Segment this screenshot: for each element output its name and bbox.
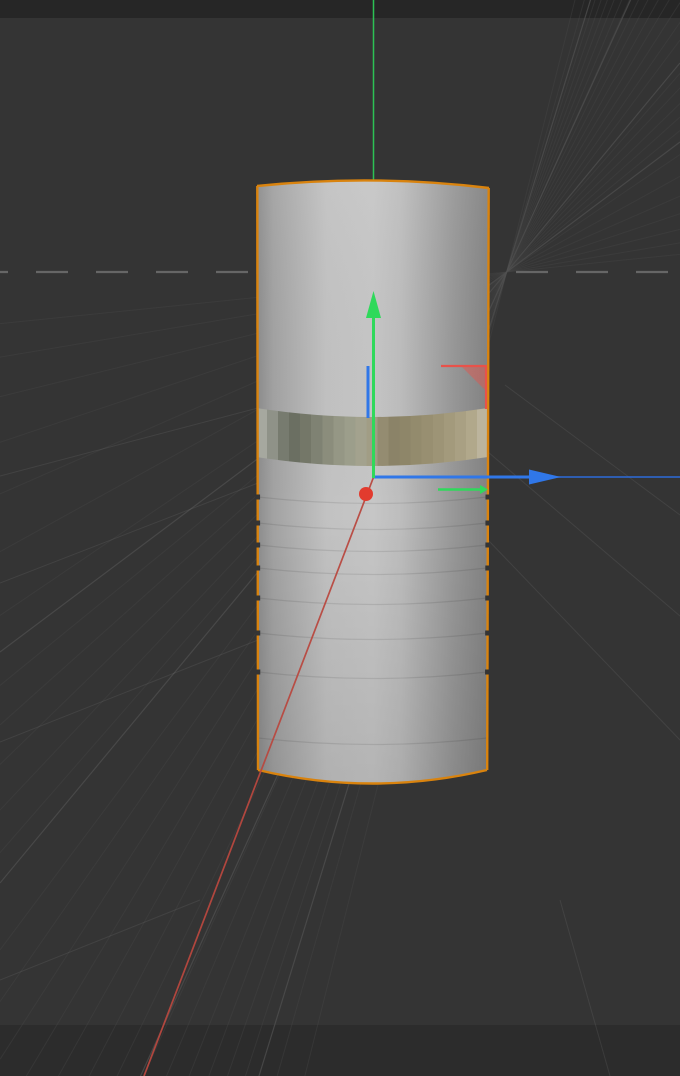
outline-gap — [255, 630, 261, 636]
outline-gap — [255, 565, 261, 571]
outline-gap — [485, 669, 490, 675]
outline-gap — [255, 494, 261, 500]
outline-gap — [485, 565, 491, 571]
3d-viewport-window — [0, 0, 680, 1076]
outline-gap — [255, 669, 261, 675]
outline-gap — [485, 595, 491, 601]
outline-gap — [255, 595, 261, 601]
outline-gap — [485, 520, 491, 526]
outline-gap — [255, 542, 261, 548]
top-bar — [0, 0, 680, 18]
outline-gap — [255, 520, 261, 526]
outline-right-edge — [486, 187, 490, 771]
outline-left-edge — [256, 185, 260, 771]
viewport-canvas[interactable] — [0, 0, 680, 1076]
outline-gap — [485, 630, 490, 636]
cylinder-shading — [257, 180, 489, 784]
outline-gap — [485, 494, 491, 500]
outline-gap — [485, 542, 491, 548]
gizmo-origin-dot-red[interactable] — [359, 487, 373, 501]
